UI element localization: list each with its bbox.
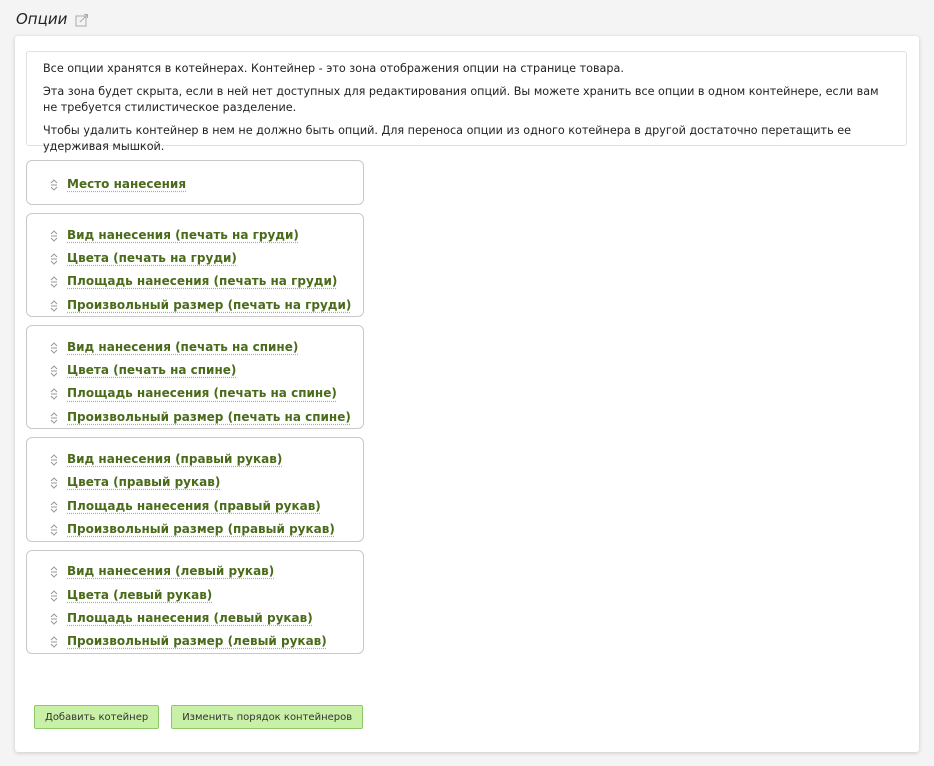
options-container: Вид нанесения (печать на спине) Цвета (п…: [26, 325, 364, 430]
page-header: Опции: [16, 8, 89, 30]
option-item[interactable]: Площадь нанесения (печать на спине): [49, 382, 363, 405]
drag-handle-icon[interactable]: [49, 274, 59, 288]
drag-handle-icon[interactable]: [49, 340, 59, 354]
containers-list: Место нанесения Вид нанесения (печать на…: [26, 160, 364, 662]
drag-handle-icon[interactable]: [49, 588, 59, 602]
edit-icon[interactable]: [75, 12, 89, 27]
option-link[interactable]: Площадь нанесения (левый рукав): [67, 611, 313, 625]
info-text-1: Все опции хранятся в котейнерах. Контейн…: [43, 62, 624, 75]
drag-handle-icon[interactable]: [49, 564, 59, 578]
option-link[interactable]: Площадь нанесения (печать на спине): [67, 386, 337, 400]
option-item[interactable]: Цвета (печать на груди): [49, 246, 363, 269]
options-container: Вид нанесения (правый рукав) Цвета (прав…: [26, 437, 364, 542]
option-item[interactable]: Произвольный размер (печать на спине): [49, 405, 363, 428]
reorder-containers-button[interactable]: Изменить порядок контейнеров: [171, 705, 364, 729]
option-link[interactable]: Произвольный размер (печать на спине): [67, 410, 351, 424]
option-link[interactable]: Вид нанесения (правый рукав): [67, 452, 282, 466]
option-item[interactable]: Произвольный размер (печать на груди): [49, 293, 363, 316]
button-bar: Добавить котейнер Изменить порядок конте…: [34, 705, 375, 729]
drag-handle-icon[interactable]: [49, 410, 59, 424]
option-item[interactable]: Цвета (правый рукав): [49, 471, 363, 494]
options-panel: Все опции хранятся в котейнерах. Контейн…: [15, 36, 919, 752]
page-title: Опции: [16, 10, 68, 28]
option-link[interactable]: Вид нанесения (печать на спине): [67, 340, 298, 354]
drag-handle-icon[interactable]: [49, 522, 59, 536]
drag-handle-icon[interactable]: [49, 228, 59, 242]
option-link[interactable]: Произвольный размер (левый рукав): [67, 634, 327, 648]
option-item[interactable]: Место нанесения: [49, 172, 363, 195]
option-item[interactable]: Произвольный размер (правый рукав): [49, 517, 363, 540]
info-text-3: Чтобы удалить контейнер в нем не должно …: [43, 123, 851, 154]
info-box: Все опции хранятся в котейнерах. Контейн…: [26, 51, 907, 153]
drag-handle-icon[interactable]: [49, 298, 59, 312]
option-link[interactable]: Площадь нанесения (печать на груди): [67, 274, 337, 288]
option-link[interactable]: Цвета (печать на груди): [67, 251, 237, 265]
drag-handle-icon[interactable]: [49, 386, 59, 401]
option-link[interactable]: Вид нанесения (печать на груди): [67, 228, 299, 242]
option-item[interactable]: Площадь нанесения (печать на груди): [49, 270, 363, 293]
drag-handle-icon[interactable]: [49, 363, 59, 377]
option-item[interactable]: Площадь нанесения (левый рукав): [49, 606, 363, 629]
drag-handle-icon[interactable]: [49, 251, 59, 265]
options-container: Вид нанесения (левый рукав) Цвета (левый…: [26, 549, 364, 654]
option-link[interactable]: Вид нанесения (левый рукав): [67, 564, 274, 578]
option-link[interactable]: Произвольный размер (правый рукав): [67, 522, 335, 536]
drag-handle-icon[interactable]: [49, 634, 59, 648]
option-item[interactable]: Вид нанесения (печать на спине): [49, 335, 363, 358]
option-item[interactable]: Цвета (левый рукав): [49, 583, 363, 606]
option-item[interactable]: Площадь нанесения (правый рукав): [49, 494, 363, 517]
option-link[interactable]: Цвета (левый рукав): [67, 588, 212, 602]
drag-handle-icon[interactable]: [49, 499, 59, 513]
option-item[interactable]: Произвольный размер (левый рукав): [49, 629, 363, 652]
option-item[interactable]: Вид нанесения (правый рукав): [49, 447, 363, 470]
option-link[interactable]: Цвета (печать на спине): [67, 363, 236, 377]
option-link[interactable]: Произвольный размер (печать на груди): [67, 298, 351, 312]
drag-handle-icon[interactable]: [49, 475, 59, 490]
options-container: Вид нанесения (печать на груди) Цвета (п…: [26, 213, 364, 318]
drag-handle-icon[interactable]: [49, 452, 59, 466]
option-item[interactable]: Цвета (печать на спине): [49, 358, 363, 381]
options-container: Место нанесения: [26, 160, 364, 205]
option-link[interactable]: Площадь нанесения (правый рукав): [67, 499, 321, 513]
info-text-2: Эта зона будет скрыта, если в ней нет до…: [43, 84, 879, 115]
drag-handle-icon[interactable]: [49, 611, 59, 625]
add-container-button[interactable]: Добавить котейнер: [34, 705, 160, 729]
option-link[interactable]: Цвета (правый рукав): [67, 475, 220, 489]
option-item[interactable]: Вид нанесения (печать на груди): [49, 223, 363, 246]
option-link[interactable]: Место нанесения: [67, 177, 186, 191]
option-item[interactable]: Вид нанесения (левый рукав): [49, 560, 363, 583]
drag-handle-icon[interactable]: [49, 177, 59, 191]
